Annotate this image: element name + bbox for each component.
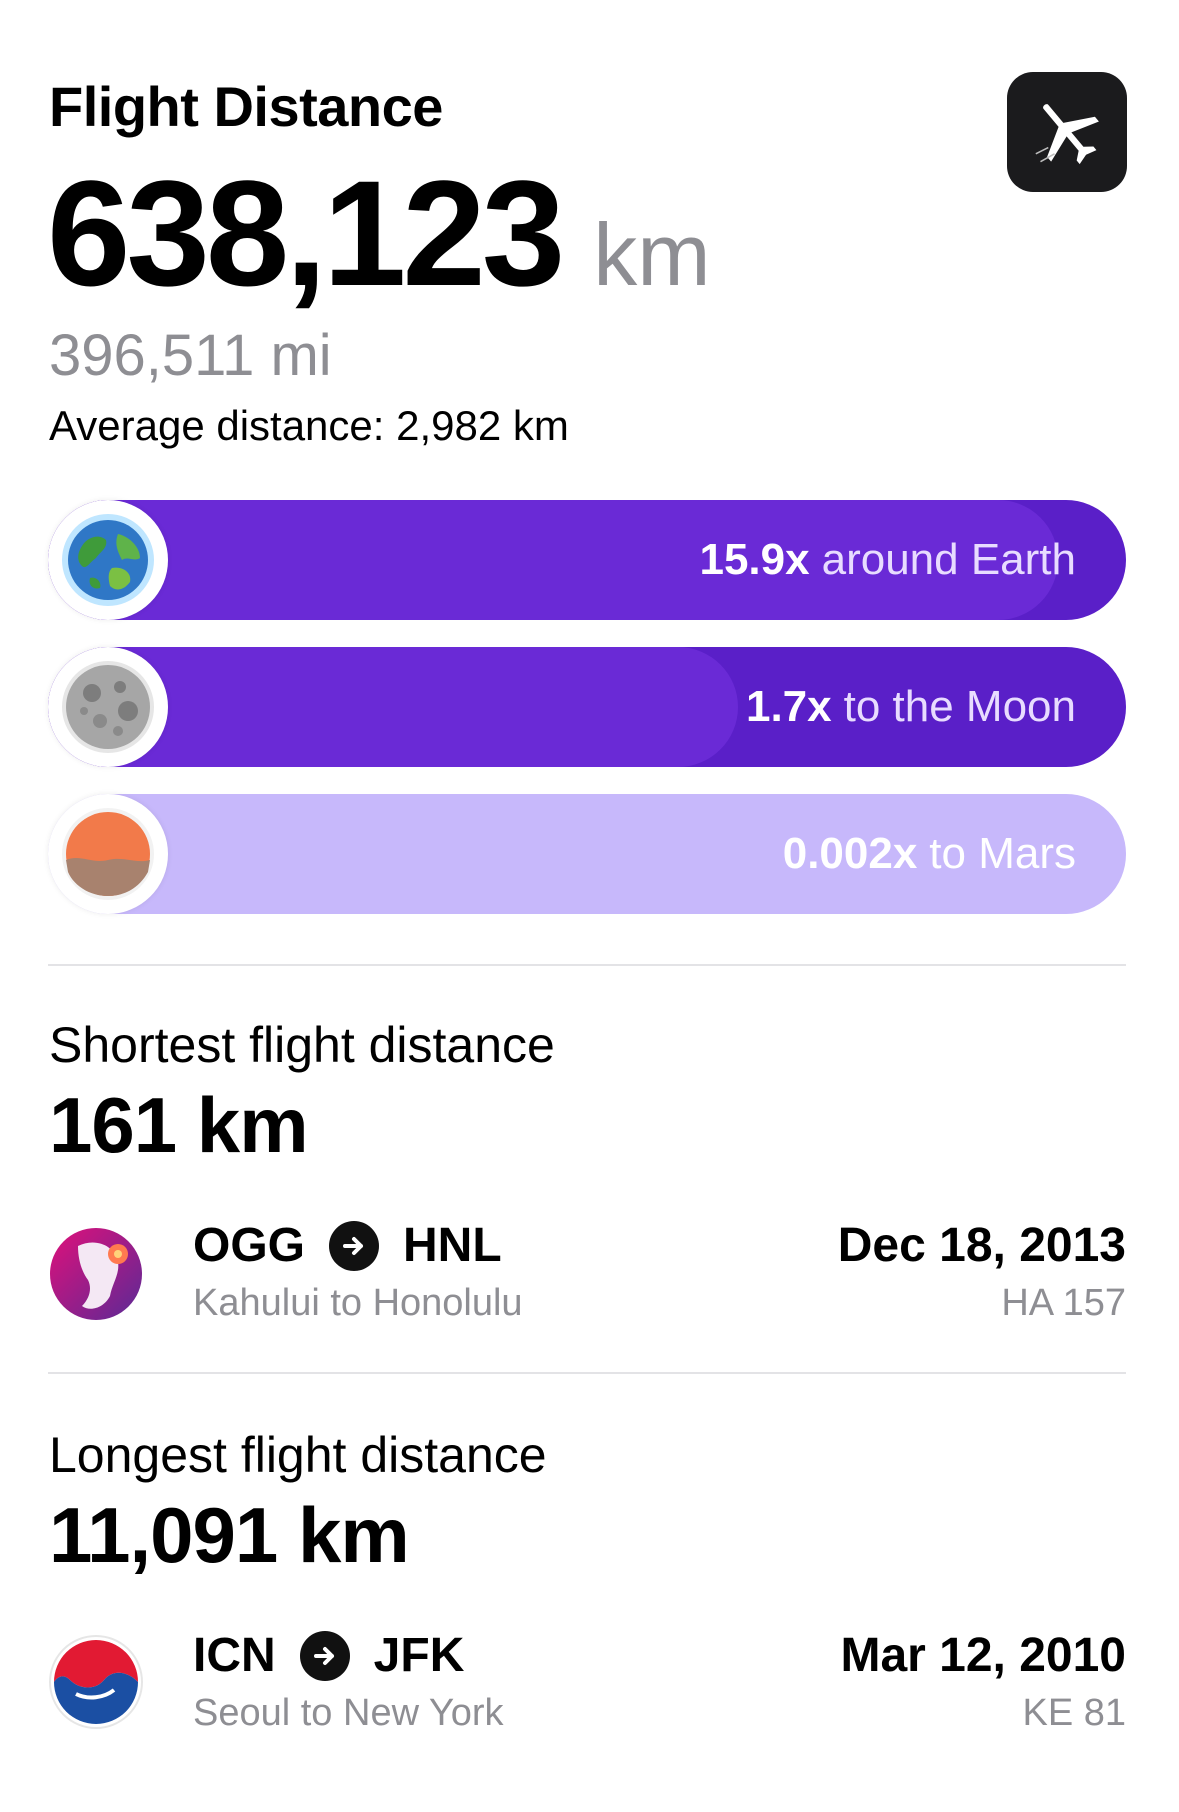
- page-title: Flight Distance: [49, 75, 443, 138]
- section-divider: [48, 964, 1126, 966]
- section-divider: [48, 1372, 1126, 1374]
- total-distance-unit: km: [593, 205, 711, 304]
- earth-icon: [62, 514, 154, 606]
- moon-comparison-bar[interactable]: 1.7x to the Moon: [48, 647, 1126, 767]
- mars-bar-text: 0.002x to Mars: [783, 794, 1076, 914]
- mars-comparison-bar[interactable]: 0.002x to Mars: [48, 794, 1126, 914]
- moon-multiplier: 1.7x: [745, 682, 832, 731]
- longest-flight-number: KE 81: [1022, 1692, 1126, 1734]
- longest-origin-code: ICN: [193, 1629, 276, 1682]
- mars-label: to Mars: [929, 829, 1076, 878]
- shortest-origin-code: OGG: [193, 1219, 306, 1272]
- moon-bar-text: 1.7x to the Moon: [746, 647, 1076, 767]
- shortest-destination-code: HNL: [403, 1219, 502, 1272]
- earth-bar-text: 15.9x around Earth: [699, 500, 1076, 620]
- longest-flight-label: Longest flight distance: [49, 1427, 547, 1483]
- total-distance-miles: 396,511 mi: [49, 323, 332, 388]
- moon-icon: [62, 661, 154, 753]
- app-icon[interactable]: [1007, 72, 1127, 192]
- korean-air-logo: [48, 1634, 144, 1730]
- longest-route-cities: Seoul to New York: [193, 1692, 504, 1734]
- longest-flight-value: 11,091 km: [49, 1491, 410, 1579]
- earth-icon-ring: [48, 500, 168, 620]
- longest-route-codes: ICN JFK: [193, 1628, 464, 1683]
- longest-destination-code: JFK: [373, 1629, 465, 1682]
- mars-icon: [62, 808, 154, 900]
- mars-multiplier: 0.002x: [782, 829, 918, 878]
- shortest-flight-date: Dec 18, 2013: [837, 1219, 1126, 1272]
- longest-flight-date: Mar 12, 2010: [840, 1629, 1126, 1682]
- shortest-flight-value: 161 km: [49, 1081, 309, 1169]
- earth-label: around Earth: [821, 535, 1076, 584]
- airplane-icon: [1035, 104, 1099, 165]
- arrow-right-icon: [329, 1220, 380, 1271]
- moon-icon-ring: [48, 647, 168, 767]
- total-distance-value: 638,123: [47, 149, 565, 317]
- shortest-flight-number: HA 157: [1001, 1282, 1126, 1324]
- moon-label: to the Moon: [843, 682, 1076, 731]
- earth-multiplier: 15.9x: [699, 535, 810, 584]
- shortest-flight-label: Shortest flight distance: [49, 1017, 555, 1073]
- hawaiian-airlines-logo: [48, 1226, 144, 1322]
- arrow-right-icon: [299, 1630, 350, 1681]
- shortest-route-codes: OGG HNL: [193, 1218, 502, 1273]
- total-distance: 638,123 km: [47, 158, 711, 308]
- average-distance: Average distance: 2,982 km: [49, 402, 569, 449]
- shortest-route-cities: Kahului to Honolulu: [193, 1282, 523, 1324]
- mars-icon-ring: [48, 794, 168, 914]
- earth-comparison-bar[interactable]: 15.9x around Earth: [48, 500, 1126, 620]
